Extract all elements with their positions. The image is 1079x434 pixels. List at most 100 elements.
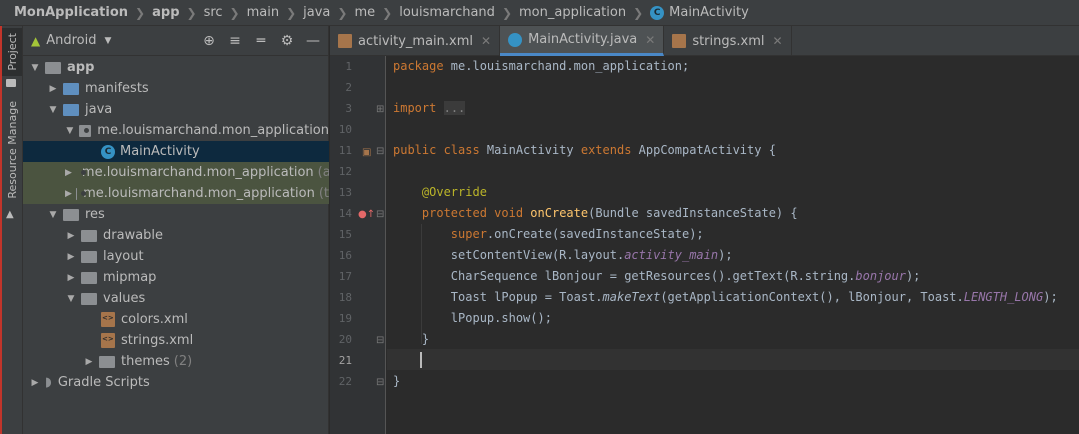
line-number: 15 <box>338 228 352 241</box>
breadcrumb-item-mon-application[interactable]: mon_application ❯ <box>519 5 650 20</box>
breadcrumb-item-me[interactable]: me ❯ <box>354 5 399 20</box>
chevron-right-icon[interactable]: ▶ <box>65 231 77 241</box>
tree-item-values[interactable]: ▼ values <box>23 288 329 309</box>
chevron-down-icon[interactable]: ▼ <box>47 105 59 115</box>
xml-file-icon <box>338 34 352 48</box>
tree-item-drawable[interactable]: ▶ drawable <box>23 225 329 246</box>
breadcrumb-project[interactable]: MonApplication ❯ <box>14 5 152 20</box>
folder-icon <box>81 292 97 305</box>
breadcrumb-item-app[interactable]: app ❯ <box>152 5 203 20</box>
tree-item-package-test[interactable]: ▶ me.louismarchand.mon_application (t <box>23 183 329 204</box>
fold-icon[interactable]: ⊟ <box>376 335 384 346</box>
chevron-right-icon[interactable]: ▶ <box>65 168 72 178</box>
tree-item-strings-xml[interactable]: strings.xml <box>23 330 329 351</box>
tree-item-colors-xml[interactable]: colors.xml <box>23 309 329 330</box>
xml-file-icon <box>672 34 687 48</box>
tab-activity-main-xml[interactable]: activity_main.xml ✕ <box>330 26 501 56</box>
tab-strings-xml[interactable]: strings.xml ✕ <box>664 26 792 56</box>
fold-icon[interactable]: ⊟ <box>376 146 384 157</box>
tool-window-strip: Project Resource Manage ▲ <box>0 26 23 434</box>
tree-item-res[interactable]: ▼ res <box>23 204 329 225</box>
line-number: 10 <box>338 123 352 136</box>
close-icon[interactable]: ✕ <box>645 33 655 47</box>
breadcrumb-item-louismarchand[interactable]: louismarchand ❯ <box>399 5 519 20</box>
crosshair-icon[interactable]: ⊕ <box>200 32 218 50</box>
gear-icon[interactable]: ⚙ <box>278 32 296 50</box>
current-line-highlight <box>387 349 1079 370</box>
chevron-down-icon[interactable]: ▼ <box>65 126 75 136</box>
tree-item-package-main[interactable]: ▼ me.louismarchand.mon_application <box>23 120 329 141</box>
code-line: protected void onCreate(Bundle savedInst… <box>421 206 798 220</box>
code-line: super.onCreate(savedInstanceState); <box>450 227 704 241</box>
chevron-right-icon[interactable]: ▶ <box>65 252 77 262</box>
chevron-down-icon[interactable]: ▼ <box>65 294 77 304</box>
folder-icon <box>63 82 79 95</box>
line-number: 13 <box>338 186 352 199</box>
code-line: import ... <box>393 101 466 115</box>
chevron-down-icon: ▼ <box>104 35 112 46</box>
override-method-icon[interactable]: ●↑ <box>358 209 375 220</box>
breadcrumb-item-java[interactable]: java ❯ <box>303 5 354 20</box>
package-icon <box>75 187 88 200</box>
code-line: package me.louismarchand.mon_application… <box>393 59 690 73</box>
tree-item-package-android-test[interactable]: ▶ me.louismarchand.mon_application (a <box>23 162 329 183</box>
chevron-right-icon[interactable]: ▶ <box>29 378 41 388</box>
line-number: 16 <box>338 249 352 262</box>
tree-item-gradle-scripts[interactable]: ▶ ◗ Gradle Scripts <box>23 372 329 393</box>
tree-item-app[interactable]: ▼ app <box>23 57 329 78</box>
close-icon[interactable]: ✕ <box>773 34 783 48</box>
line-number: 11 <box>338 144 352 157</box>
text-cursor <box>420 352 422 368</box>
chevron-down-icon[interactable]: ▼ <box>47 210 59 220</box>
strip-accent-line <box>0 26 2 434</box>
tree-item-java[interactable]: ▼ java <box>23 99 329 120</box>
breadcrumb-item-main[interactable]: main ❯ <box>247 5 304 20</box>
expand-all-icon[interactable]: ≡ <box>226 32 244 50</box>
project-tool-tab[interactable]: Project <box>2 28 22 76</box>
related-layout-icon[interactable]: ▣ <box>362 147 371 158</box>
breadcrumb-file[interactable]: C MainActivity <box>650 5 749 20</box>
android-icon: ▲ <box>31 33 41 48</box>
panel-toolbar: ⊕ ≡ ═ ⚙ — <box>200 32 322 50</box>
tree-item-main-activity[interactable]: C MainActivity <box>23 141 329 162</box>
minimize-icon[interactable]: — <box>304 32 322 50</box>
chevron-down-icon[interactable]: ▼ <box>29 63 41 73</box>
line-number: 18 <box>338 291 352 304</box>
code-editor[interactable]: package me.louismarchand.mon_application… <box>387 56 1079 434</box>
folded-imports[interactable]: ... <box>443 101 466 115</box>
folder-icon <box>99 355 115 368</box>
tab-main-activity-java[interactable]: MainActivity.java ✕ <box>500 26 665 56</box>
resource-manager-tab[interactable]: Resource Manage <box>2 96 22 204</box>
folder-icon <box>81 229 97 242</box>
collapse-all-icon[interactable]: ═ <box>252 32 270 50</box>
editor-gutter[interactable]: 1 2 3 10 11 12 13 14 15 16 17 18 19 20 2… <box>330 56 386 434</box>
chevron-right-icon[interactable]: ▶ <box>65 273 77 283</box>
fold-icon[interactable]: ⊟ <box>376 209 384 220</box>
xml-file-icon <box>101 312 115 327</box>
line-number: 2 <box>345 81 352 94</box>
tree-item-mipmap[interactable]: ▶ mipmap <box>23 267 329 288</box>
tree-item-layout[interactable]: ▶ layout <box>23 246 329 267</box>
fold-icon[interactable]: ⊞ <box>376 104 384 115</box>
project-panel: ▲ Android ▼ ⊕ ≡ ═ ⚙ — ▼ app ▶ manifests … <box>23 26 329 434</box>
code-line: @Override <box>421 185 487 199</box>
chevron-right-icon[interactable]: ▶ <box>47 84 59 94</box>
chevron-right-icon[interactable]: ▶ <box>65 189 72 199</box>
resources-folder-icon <box>63 208 79 221</box>
chevron-right-icon[interactable]: ▶ <box>83 357 95 367</box>
line-number: 17 <box>338 270 352 283</box>
code-line: } <box>393 374 401 388</box>
line-number: 1 <box>345 60 352 73</box>
breadcrumb-item-src[interactable]: src ❯ <box>204 5 247 20</box>
line-number: 21 <box>338 354 352 367</box>
tree-item-manifests[interactable]: ▶ manifests <box>23 78 329 99</box>
tree-item-themes[interactable]: ▶ themes (2) <box>23 351 329 372</box>
code-line: } <box>421 332 430 346</box>
java-class-icon: C <box>101 144 115 159</box>
close-icon[interactable]: ✕ <box>481 34 491 48</box>
fold-icon[interactable]: ⊟ <box>376 377 384 388</box>
xml-file-icon <box>101 333 115 348</box>
line-number: 12 <box>338 165 352 178</box>
folder-icon <box>81 271 97 284</box>
line-number: 3 <box>345 102 352 115</box>
